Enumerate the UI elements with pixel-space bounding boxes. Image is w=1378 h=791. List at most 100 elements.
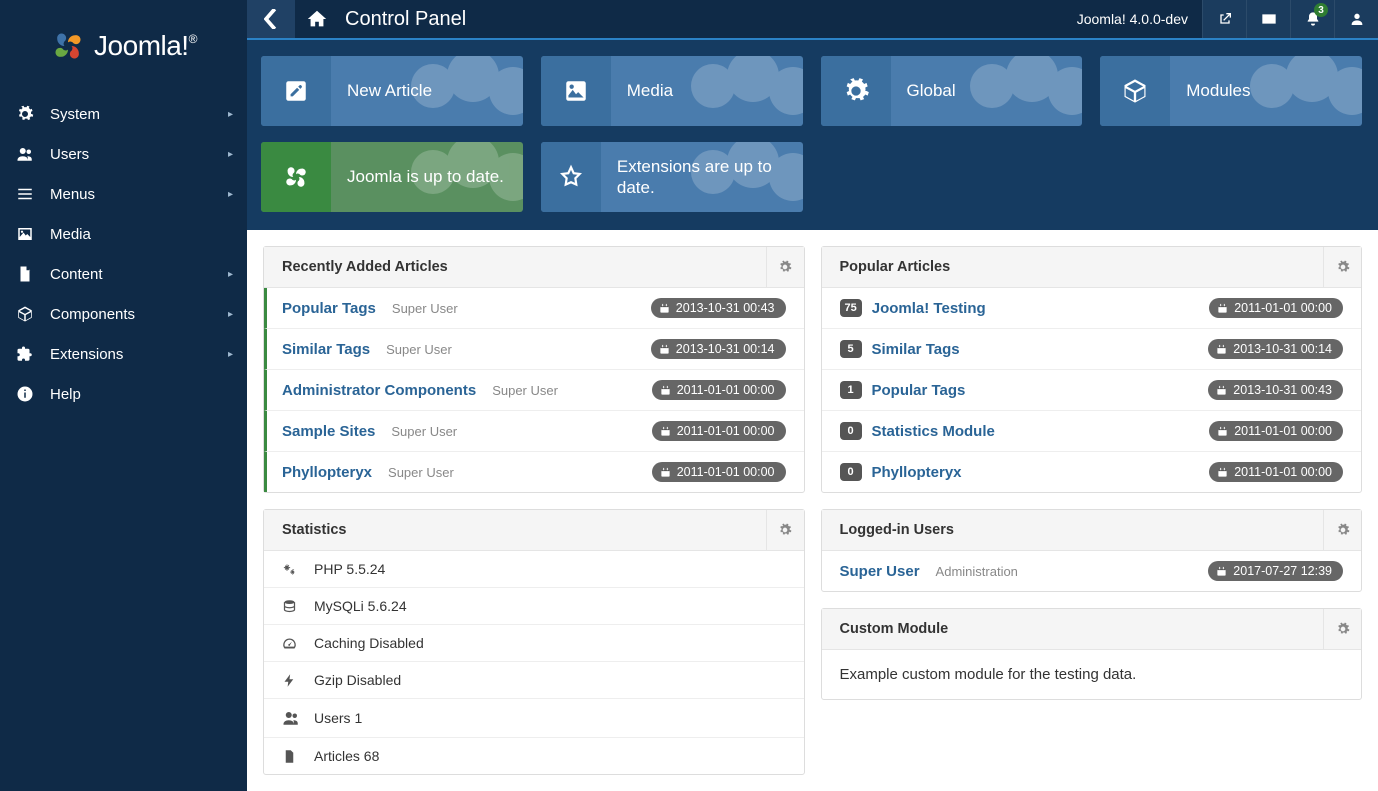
- info-icon: [14, 385, 36, 403]
- panel-title: Recently Added Articles: [264, 247, 466, 287]
- date-badge: 2017-07-27 12:39: [1208, 561, 1343, 581]
- sidebar-item-system[interactable]: System▸: [0, 94, 247, 134]
- date-badge: 2013-10-31 00:14: [651, 339, 786, 359]
- quick-card-label: Media: [611, 80, 689, 101]
- list-icon: [14, 185, 36, 203]
- panel-popular-articles: Popular Articles 75Joomla! Testing2011-0…: [821, 246, 1363, 493]
- article-link[interactable]: Popular Tags: [282, 300, 376, 317]
- quick-card-modules[interactable]: Modules: [1100, 56, 1362, 126]
- article-link[interactable]: Administrator Components: [282, 382, 476, 399]
- date-badge: 2011-01-01 00:00: [652, 421, 786, 441]
- quick-card-label: Extensions are up to date.: [601, 156, 803, 199]
- gear-icon: [14, 105, 36, 123]
- panel-custom-module: Custom Module Example custom module for …: [821, 608, 1363, 700]
- hit-count-badge: 5: [840, 340, 862, 358]
- topbar: Control Panel Joomla! 4.0.0-dev 3: [247, 0, 1378, 40]
- home-icon[interactable]: [295, 0, 339, 38]
- stat-label: Users 1: [314, 710, 362, 726]
- date-badge: 2011-01-01 00:00: [1209, 298, 1343, 318]
- quick-card-media[interactable]: Media: [541, 56, 803, 126]
- quick-card-new-article[interactable]: New Article: [261, 56, 523, 126]
- sidebar-item-label: Help: [50, 386, 81, 403]
- article-link[interactable]: Statistics Module: [872, 423, 995, 440]
- version-label[interactable]: Joomla! 4.0.0-dev: [1063, 0, 1202, 38]
- image-icon: [541, 56, 611, 126]
- quick-card-label: Modules: [1170, 80, 1266, 101]
- date-badge: 2011-01-01 00:00: [652, 462, 786, 482]
- sidebar-item-content[interactable]: Content▸: [0, 254, 247, 294]
- stat-label: MySQLi 5.6.24: [314, 598, 407, 614]
- star-icon: [541, 142, 601, 212]
- stat-row: PHP 5.5.24: [264, 551, 804, 587]
- article-row: Sample SitesSuper User2011-01-01 00:00: [264, 410, 804, 451]
- quick-card-global[interactable]: Global: [821, 56, 1083, 126]
- quick-card-extensions-are-up-to-date-[interactable]: Extensions are up to date.: [541, 142, 803, 212]
- article-row: 0Phyllopteryx2011-01-01 00:00: [822, 451, 1362, 492]
- sidebar: Joomla!® System▸ Users ▸ Menus ▸ MediaContent…: [0, 0, 247, 791]
- gear-icon: [821, 56, 891, 126]
- panel-settings-icon[interactable]: [1323, 510, 1361, 550]
- notifications-button[interactable]: 3: [1290, 0, 1334, 38]
- date-badge: 2011-01-01 00:00: [652, 380, 786, 400]
- article-link[interactable]: Phyllopteryx: [872, 464, 962, 481]
- date-badge: 2013-10-31 00:14: [1208, 339, 1343, 359]
- article-link[interactable]: Similar Tags: [282, 341, 370, 358]
- article-row: Popular TagsSuper User2013-10-31 00:43: [264, 288, 804, 328]
- sidebar-item-label: Components: [50, 306, 135, 323]
- external-link-button[interactable]: [1202, 0, 1246, 38]
- panel-settings-icon[interactable]: [1323, 609, 1361, 649]
- sidebar-item-help[interactable]: Help: [0, 374, 247, 414]
- panel-statistics: Statistics PHP 5.5.24 MySQLi 5.6.24 Cachin…: [263, 509, 805, 775]
- sidebar-item-extensions[interactable]: Extensions▸: [0, 334, 247, 374]
- puzzle-icon: [14, 345, 36, 363]
- tach-icon: [282, 636, 300, 651]
- chevron-right-icon: ▸: [228, 309, 233, 320]
- article-link[interactable]: Joomla! Testing: [872, 300, 986, 317]
- panel-settings-icon[interactable]: [766, 510, 804, 550]
- chevron-right-icon: ▸: [228, 189, 233, 200]
- article-row: 0 Statistics Module 2011-01-01 00:00: [822, 410, 1362, 451]
- panel-title: Logged-in Users: [822, 510, 972, 550]
- users-icon: [282, 709, 300, 727]
- article-link[interactable]: Phyllopteryx: [282, 464, 372, 481]
- quick-card-label: New Article: [331, 80, 448, 101]
- hit-count-badge: 75: [840, 299, 862, 317]
- quick-card-joomla-is-up-to-date-[interactable]: Joomla is up to date.: [261, 142, 523, 212]
- article-link[interactable]: Similar Tags: [872, 341, 960, 358]
- back-button[interactable]: [247, 0, 295, 38]
- article-row: Phyllopteryx Super User 2011-01-01 00:00: [264, 451, 804, 492]
- stat-row: Articles 68: [264, 737, 804, 774]
- joomla-logo-icon: [50, 28, 86, 64]
- cube-icon: [1100, 56, 1170, 126]
- sidebar-nav: System▸Users▸Menus▸MediaContent▸Componen…: [0, 94, 247, 414]
- date-badge: 2013-10-31 00:43: [1208, 380, 1343, 400]
- article-link[interactable]: Sample Sites: [282, 423, 375, 440]
- brand-logo[interactable]: Joomla!®: [0, 0, 247, 94]
- messages-button[interactable]: [1246, 0, 1290, 38]
- sidebar-item-menus[interactable]: Menus ▸: [0, 174, 247, 214]
- sidebar-item-components[interactable]: Components ▸: [0, 294, 247, 334]
- article-row: 5 Similar Tags 2013-10-31 00:14: [822, 328, 1362, 369]
- bolt-icon: [282, 673, 300, 688]
- date-badge: 2011-01-01 00:00: [1209, 421, 1343, 441]
- hit-count-badge: 0: [840, 463, 862, 481]
- user-link[interactable]: Super User: [840, 563, 920, 580]
- panel-settings-icon[interactable]: [1323, 247, 1361, 287]
- user-button[interactable]: [1334, 0, 1378, 38]
- sidebar-item-users[interactable]: Users ▸: [0, 134, 247, 174]
- sidebar-item-media[interactable]: Media: [0, 214, 247, 254]
- chevron-right-icon: ▸: [228, 149, 233, 160]
- article-author: Super User: [388, 465, 454, 480]
- article-row: 1Popular Tags2013-10-31 00:43: [822, 369, 1362, 410]
- quick-card-label: Joomla is up to date.: [331, 166, 520, 187]
- sidebar-item-label: Menus: [50, 186, 95, 203]
- custom-module-body: Example custom module for the testing da…: [822, 650, 1362, 699]
- article-link[interactable]: Popular Tags: [872, 382, 966, 399]
- stat-label: Caching Disabled: [314, 635, 424, 651]
- sidebar-item-label: Users: [50, 146, 89, 163]
- article-author: Super User: [386, 342, 452, 357]
- panel-title: Statistics: [264, 510, 364, 550]
- chevron-right-icon: ▸: [228, 269, 233, 280]
- panel-settings-icon[interactable]: [766, 247, 804, 287]
- hit-count-badge: 0: [840, 422, 862, 440]
